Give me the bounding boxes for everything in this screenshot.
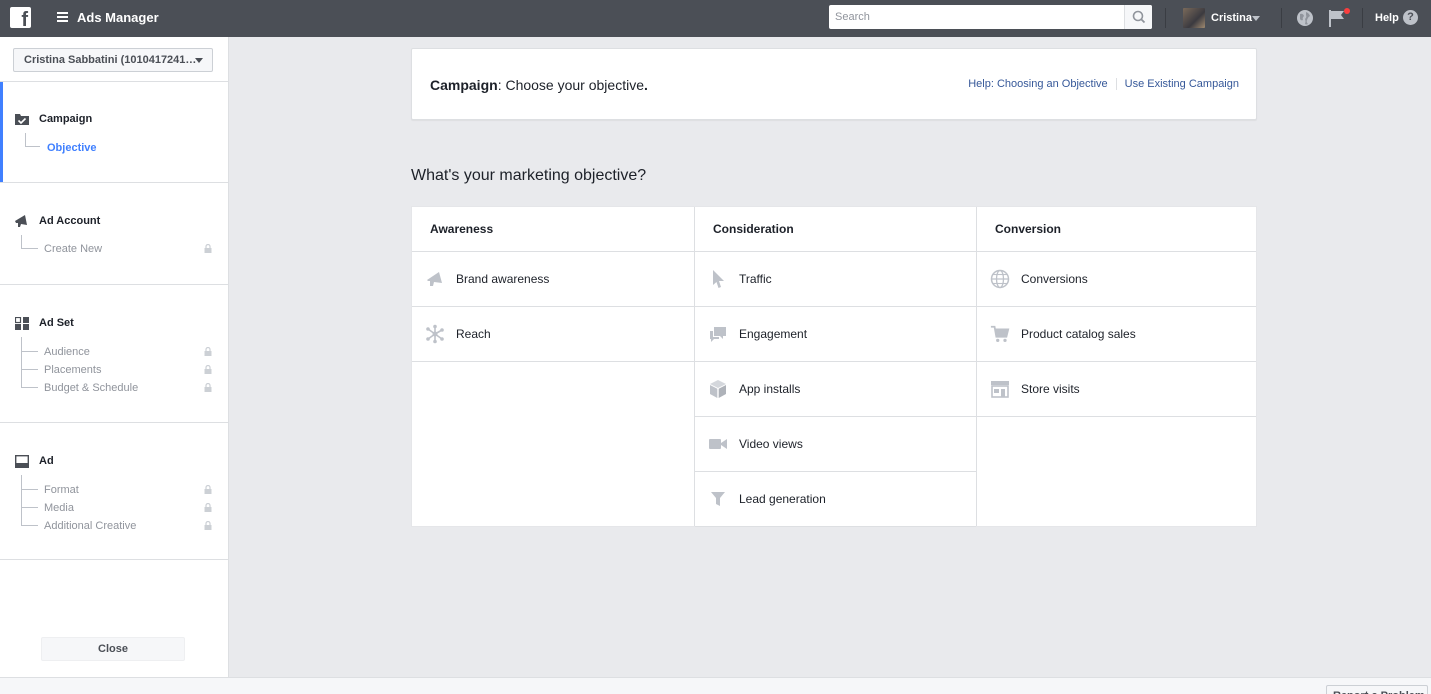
store-icon <box>991 381 1009 398</box>
reach-icon <box>426 324 444 344</box>
close-button[interactable]: Close <box>41 637 185 661</box>
search-input[interactable] <box>829 5 1123 29</box>
sidebar-heading-label: Ad Set <box>39 317 74 329</box>
objective-app-installs[interactable]: App installs <box>695 362 976 417</box>
sidebar-item-placements: Placements <box>44 364 102 376</box>
account-selector[interactable]: Cristina Sabbatini (1010417241… <box>13 48 213 72</box>
top-bar: f Ads Manager Cristina Help ? <box>0 0 1431 37</box>
sidebar-section-ad-account: Ad Account Create New <box>0 182 228 284</box>
help-choosing-objective-link[interactable]: Help: Choosing an Objective <box>968 78 1107 90</box>
objective-question: What's your marketing objective? <box>411 167 647 184</box>
objective-brand-awareness[interactable]: Brand awareness <box>412 252 694 307</box>
objective-column-conversion: Conversion Conversions Product catalog s… <box>976 207 1256 526</box>
chevron-down-icon <box>195 58 203 63</box>
objective-product-catalog-sales[interactable]: Product catalog sales <box>977 307 1256 362</box>
ad-window-icon <box>15 454 29 468</box>
objective-traffic[interactable]: Traffic <box>695 252 976 307</box>
search-box <box>829 5 1152 29</box>
user-name[interactable]: Cristina <box>1211 12 1252 24</box>
grid-icon <box>15 316 29 330</box>
lock-icon <box>204 244 212 253</box>
use-existing-campaign-link[interactable]: Use Existing Campaign <box>1125 78 1239 90</box>
sidebar: Cristina Sabbatini (1010417241… Campaign… <box>0 37 229 677</box>
sidebar-item-additional-creative: Additional Creative <box>44 520 137 532</box>
lock-icon <box>204 503 212 512</box>
sidebar-heading-ad[interactable]: Ad <box>14 454 54 468</box>
chevron-down-icon[interactable] <box>1252 16 1260 21</box>
sidebar-section-campaign: Campaign Objective <box>0 81 228 182</box>
sidebar-heading-label: Campaign <box>39 113 93 125</box>
sidebar-item-media: Media <box>44 502 74 514</box>
lock-icon <box>204 383 212 392</box>
sidebar-item-objective[interactable]: Objective <box>47 142 97 154</box>
topbar-divider <box>1362 8 1363 28</box>
page-title: Campaign: Choose your objective. <box>430 77 648 93</box>
lock-icon <box>204 521 212 530</box>
lock-icon <box>204 347 212 356</box>
campaign-check-icon <box>15 113 29 125</box>
header-links: Help: Choosing an Objective Use Existing… <box>968 78 1239 90</box>
column-heading: Conversion <box>977 207 1256 252</box>
sidebar-heading-label: Ad <box>39 455 54 467</box>
sidebar-item-create-new: Create New <box>44 243 103 255</box>
hamburger-menu-icon[interactable] <box>57 12 68 23</box>
megaphone-icon <box>427 272 442 286</box>
notification-badge <box>1344 8 1350 14</box>
objective-store-visits[interactable]: Store visits <box>977 362 1256 417</box>
sidebar-heading-campaign[interactable]: Campaign <box>14 112 92 126</box>
lock-icon <box>204 485 212 494</box>
search-icon <box>1132 10 1146 24</box>
campaign-header-card: Campaign: Choose your objective. Help: C… <box>411 48 1257 120</box>
avatar[interactable] <box>1183 8 1205 28</box>
objectives-grid: Awareness Brand awareness Reach Consider… <box>411 206 1257 527</box>
video-camera-icon <box>709 439 727 449</box>
topbar-divider <box>1165 8 1166 28</box>
sidebar-heading-ad-account[interactable]: Ad Account <box>14 214 100 228</box>
globe-icon <box>990 269 1010 289</box>
megaphone-icon <box>15 215 27 227</box>
sidebar-heading-label: Ad Account <box>39 215 101 227</box>
sidebar-item-budget-schedule: Budget & Schedule <box>44 382 139 394</box>
bottom-strip <box>0 677 1431 694</box>
report-problem-button[interactable]: Report a Problem <box>1326 685 1428 694</box>
column-heading: Awareness <box>412 207 694 252</box>
objective-video-views[interactable]: Video views <box>695 417 976 472</box>
facebook-logo-icon[interactable]: f <box>10 7 31 30</box>
box-icon <box>710 380 726 398</box>
help-question-icon[interactable]: ? <box>1403 10 1418 25</box>
sidebar-item-audience: Audience <box>44 346 90 358</box>
sidebar-section-ad: Ad Format Media Additional Creative <box>0 422 228 560</box>
globe-icon[interactable] <box>1296 9 1314 27</box>
objective-reach[interactable]: Reach <box>412 307 694 362</box>
cursor-icon <box>713 270 724 288</box>
app-title[interactable]: Ads Manager <box>77 10 159 25</box>
objective-column-consideration: Consideration Traffic Engagement App ins… <box>694 207 976 527</box>
objective-lead-generation[interactable]: Lead generation <box>695 472 976 527</box>
sidebar-heading-ad-set[interactable]: Ad Set <box>14 316 74 330</box>
objective-conversions[interactable]: Conversions <box>977 252 1256 307</box>
funnel-icon <box>711 492 725 506</box>
topbar-divider <box>1281 8 1282 28</box>
objective-column-awareness: Awareness Brand awareness Reach <box>412 207 694 526</box>
lock-icon <box>204 365 212 374</box>
sidebar-section-ad-set: Ad Set Audience Placements Budget & Sche… <box>0 284 228 422</box>
cart-icon <box>990 325 1010 342</box>
column-heading: Consideration <box>695 207 976 252</box>
help-link[interactable]: Help <box>1375 12 1399 24</box>
chat-bubbles-icon <box>710 327 726 342</box>
objective-engagement[interactable]: Engagement <box>695 307 976 362</box>
account-name: Cristina Sabbatini (1010417241… <box>24 54 197 66</box>
link-separator <box>1115 78 1117 90</box>
sidebar-item-format: Format <box>44 484 79 496</box>
search-button[interactable] <box>1124 5 1152 29</box>
